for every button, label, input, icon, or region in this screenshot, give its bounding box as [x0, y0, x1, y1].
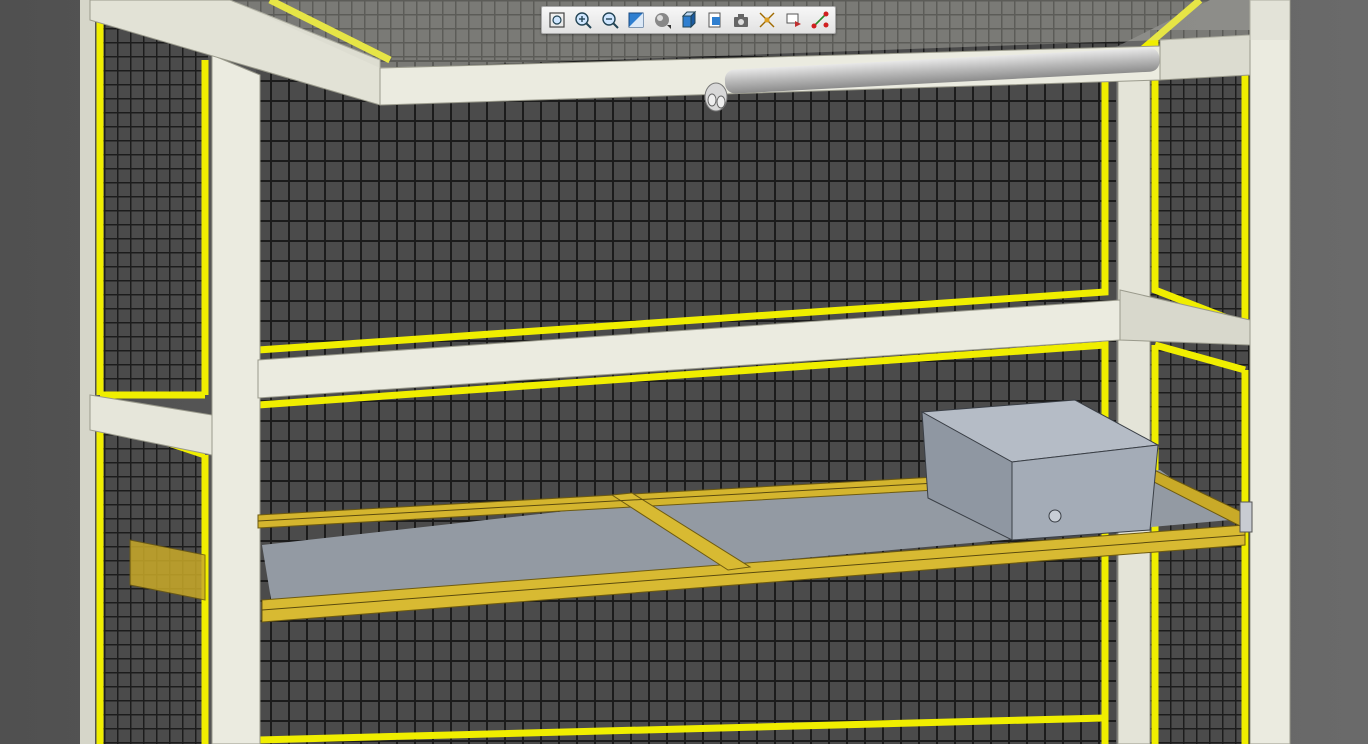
zoom-in-icon	[573, 10, 593, 30]
render-style-icon	[652, 10, 672, 30]
datum-display-button[interactable]	[756, 9, 778, 31]
spin-center-icon	[810, 10, 830, 30]
standard-view-icon	[678, 10, 698, 30]
zoom-in-button[interactable]	[572, 9, 594, 31]
zoom-out-icon	[600, 10, 620, 30]
zoom-out-button[interactable]	[599, 9, 621, 31]
render-style-button[interactable]	[651, 9, 673, 31]
model-scene	[0, 0, 1368, 744]
view-manager-button[interactable]	[704, 9, 726, 31]
tray-bracket	[1239, 501, 1253, 533]
snapshot-icon	[731, 10, 751, 30]
datum-display-icon	[757, 10, 777, 30]
model-viewport[interactable]	[0, 0, 1368, 744]
view-toolbar	[541, 6, 836, 34]
zoom-fit-icon	[547, 10, 567, 30]
named-views-button[interactable]	[783, 9, 805, 31]
zoom-fit-button[interactable]	[546, 9, 568, 31]
standard-view-button[interactable]	[677, 9, 699, 31]
spin-center-button[interactable]	[809, 9, 831, 31]
zoom-window-icon	[626, 10, 646, 30]
snapshot-button[interactable]	[730, 9, 752, 31]
named-views-icon	[784, 10, 804, 30]
zoom-window-button[interactable]	[625, 9, 647, 31]
view-manager-icon	[705, 10, 725, 30]
left-mesh-upper	[98, 20, 208, 395]
